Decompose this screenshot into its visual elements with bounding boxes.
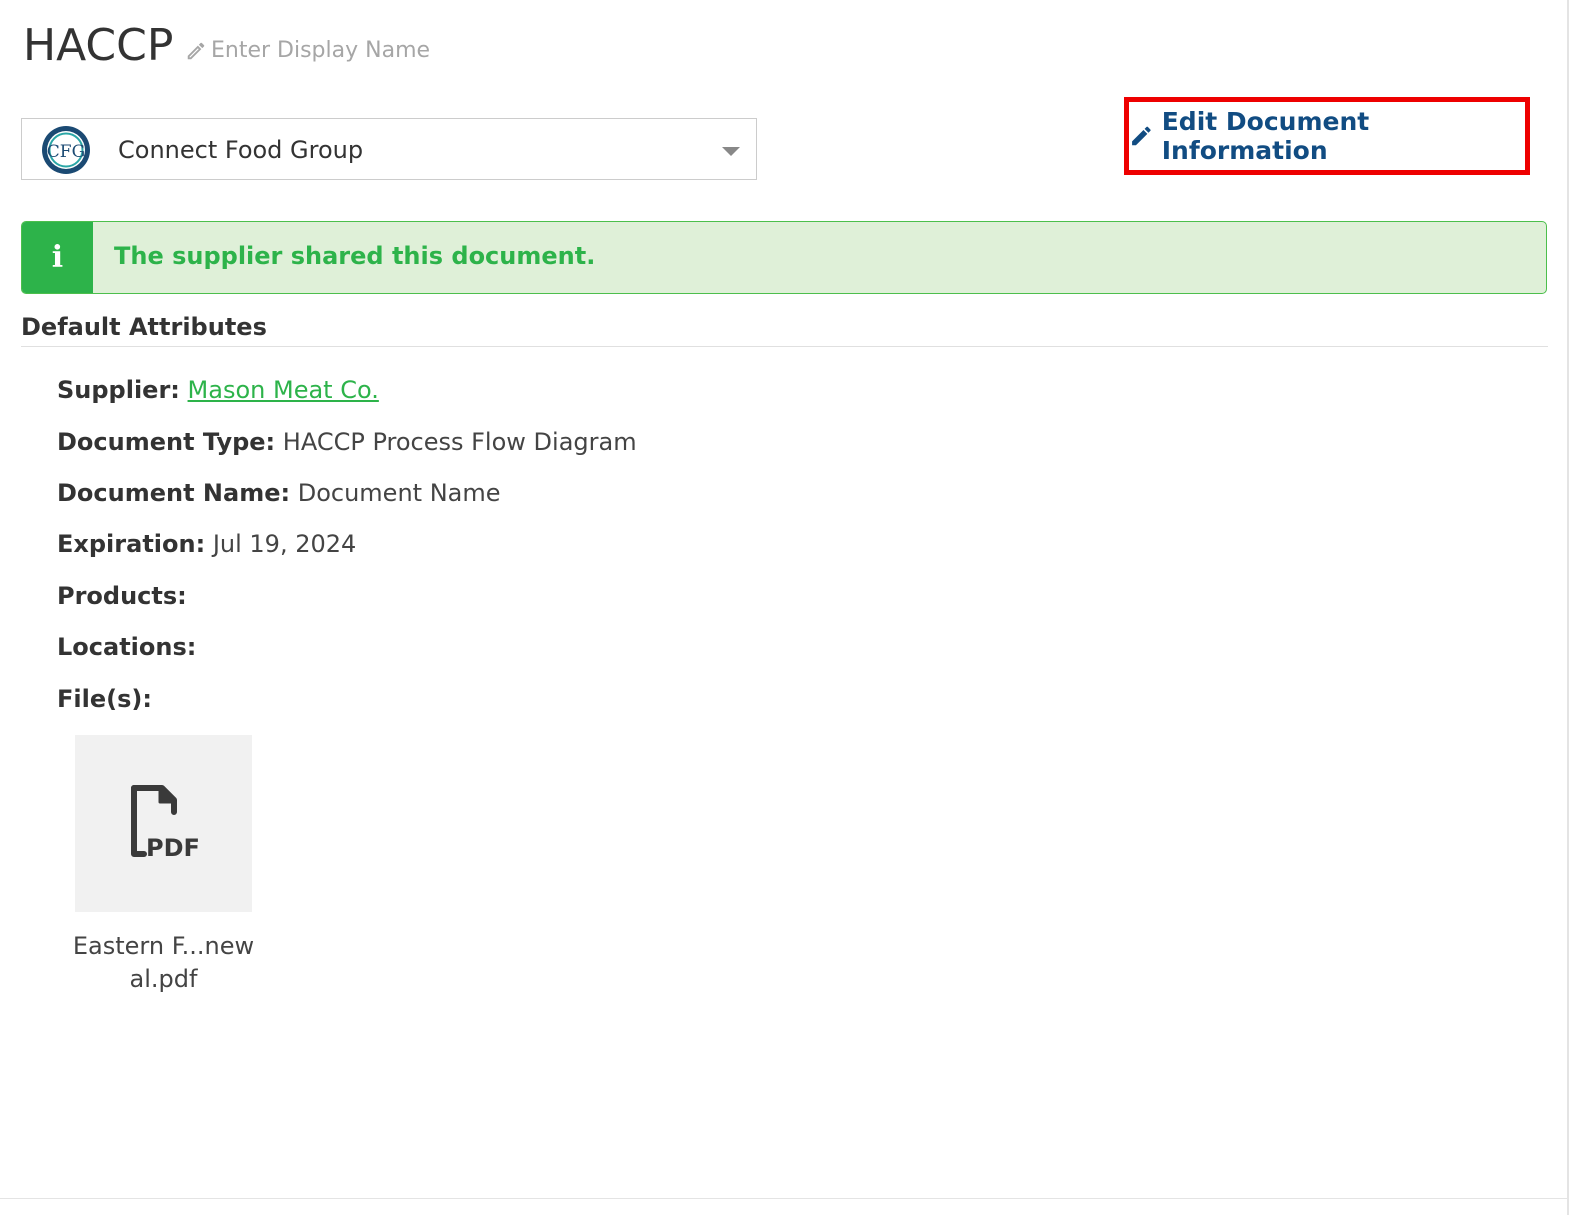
attr-expiration: Expiration: Jul 19, 2024 [57,530,356,558]
chevron-down-icon [722,147,740,156]
display-name-input[interactable]: Enter Display Name [185,38,430,63]
attr-label: Document Name: [57,479,291,507]
company-select[interactable]: CFG Connect Food Group [21,118,757,180]
edit-button-label: Edit Document Information [1161,107,1370,165]
attr-label: Document Type: [57,428,276,456]
file-name-link[interactable]: Eastern F...new al.pdf [62,930,265,996]
pencil-icon [1132,126,1151,146]
pdf-icon-label: PDF [146,834,200,862]
file-name-line: Eastern F...new [72,932,255,960]
company-name: Connect Food Group [118,136,364,164]
pencil-icon [187,42,205,59]
info-icon: i [22,222,93,293]
attr-value: Document Name [297,479,501,507]
attr-locations: Locations: [57,633,196,661]
scroll-edge [1567,0,1569,1215]
attr-value: Jul 19, 2024 [212,530,357,558]
company-logo: CFG [42,126,90,174]
attr-value: HACCP Process Flow Diagram [282,428,637,456]
attr-label: Supplier: [57,376,180,404]
attr-supplier: Supplier: Mason Meat Co. [57,376,379,404]
pdf-file-icon: PDF [130,784,200,862]
attr-label: Locations: [57,633,197,661]
attr-files: File(s): [57,685,152,713]
alert-message: The supplier shared this document. [114,242,596,270]
supplier-link[interactable]: Mason Meat Co. [188,376,379,404]
section-divider [21,346,1548,347]
attr-document-name: Document Name: Document Name [57,479,501,507]
attr-label: Products: [57,582,187,610]
company-logo-text: CFG [47,142,85,162]
file-name-line: al.pdf [129,965,198,993]
shared-document-alert: i The supplier shared this document. [21,221,1547,294]
display-name-placeholder: Enter Display Name [211,38,431,63]
document-detail-page: HACCP Enter Display Name CFG Connect Foo… [0,0,1588,1215]
attr-products: Products: [57,582,187,610]
attr-label: Expiration: [57,530,206,558]
page-title: HACCP [23,20,174,71]
attr-label: File(s): [57,685,152,713]
section-title: Default Attributes [21,313,267,341]
edit-document-information-button[interactable]: Edit Document Information [1124,97,1530,175]
page-bottom-rule [0,1198,1568,1199]
attr-document-type: Document Type: HACCP Process Flow Diagra… [57,428,637,456]
file-tile[interactable]: PDF [75,735,252,912]
